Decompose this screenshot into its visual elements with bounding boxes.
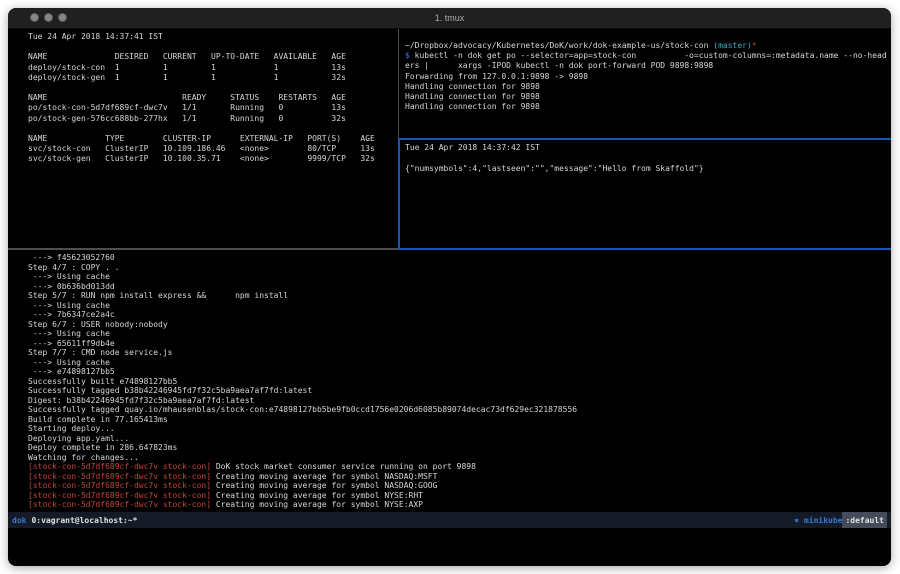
terminal-line: svc/stock-gen ClusterIP 10.100.35.71 <no… — [28, 154, 375, 164]
kube-namespace-chip: :default — [842, 512, 887, 528]
terminal-text-segment: [stock-con-5d7df689cf-dwc7v stock-con] — [28, 491, 211, 500]
terminal-line: ---> f45623052760 — [28, 253, 577, 263]
terminal-line: Step 6/7 : USER nobody:nobody — [28, 320, 577, 330]
zoom-button[interactable] — [58, 13, 67, 22]
terminal-line: Forwarding from 127.0.0.1:9898 -> 9898 — [405, 72, 887, 82]
terminal-line: Step 5/7 : RUN npm install express && np… — [28, 291, 577, 301]
pane-skaffold-build-log[interactable]: ---> f45623052760Step 4/7 : COPY . . ---… — [28, 253, 577, 510]
terminal-line: NAME READY STATUS RESTARTS AGE — [28, 93, 375, 103]
terminal-text-segment: [stock-con-5d7df689cf-dwc7v stock-con] — [28, 462, 211, 471]
terminal-line: ---> Using cache — [28, 329, 577, 339]
terminal-text-segment: kubectl -n dok get po --selector=app=sto… — [410, 51, 887, 60]
terminal-line: svc/stock-con ClusterIP 10.109.186.46 <n… — [28, 144, 375, 154]
tmux-status-bar: dok 0:vagrant@localhost:~* ⎈ minikube :d… — [8, 512, 891, 528]
traffic-lights — [30, 13, 67, 22]
terminal-line: ---> Using cache — [28, 358, 577, 368]
window-tab[interactable]: 0:vagrant@localhost:~* — [31, 516, 137, 525]
terminal-line: ers | xargs -IPOD kubectl -n dok port-fo… — [405, 61, 887, 71]
terminal-line: [stock-con-5d7df689cf-dwc7v stock-con] C… — [28, 472, 577, 482]
terminal-line: Tue 24 Apr 2018 14:37:41 IST — [28, 32, 375, 42]
pane-border-active-left — [398, 138, 400, 250]
terminal-text-segment: Creating moving average for symbol NASDA… — [211, 481, 437, 490]
terminal-text-segment: (master) — [713, 41, 752, 50]
terminal-line: Successfully tagged quay.io/mhausenblas/… — [28, 405, 577, 415]
terminal-line: Deploying app.yaml... — [28, 434, 577, 444]
terminal-line: [stock-con-5d7df689cf-dwc7v stock-con] C… — [28, 481, 577, 491]
terminal-text-segment: [stock-con-5d7df689cf-dwc7v stock-con] — [28, 500, 211, 509]
terminal-line: ~/Dropbox/advocacy/Kubernetes/DoK/work/d… — [405, 41, 887, 51]
terminal-line: ---> e74898127bb5 — [28, 367, 577, 377]
terminal-line: Handling connection for 9898 — [405, 102, 887, 112]
pane-port-forward[interactable]: ~/Dropbox/advocacy/Kubernetes/DoK/work/d… — [405, 41, 887, 112]
terminal-line: Handling connection for 9898 — [405, 82, 887, 92]
terminal-text-segment: Creating moving average for symbol NASDA… — [211, 472, 437, 481]
terminal-line: $ kubectl -n dok get po --selector=app=s… — [405, 51, 887, 61]
terminal-line — [28, 83, 375, 93]
session-name: dok — [12, 516, 26, 525]
pane-kubectl-watch[interactable]: Tue 24 Apr 2018 14:37:41 IST NAME DESIRE… — [28, 32, 375, 165]
terminal-line: Tue 24 Apr 2018 14:37:42 IST — [405, 143, 704, 154]
terminal-line: Deploy complete in 286.647823ms — [28, 443, 577, 453]
terminal-line — [28, 42, 375, 52]
pane-border-vertical-inactive — [398, 29, 399, 139]
terminal-line: Build complete in 77.165413ms — [28, 415, 577, 425]
terminal-text-segment: Creating moving average for symbol NYSE:… — [211, 500, 423, 509]
terminal-line: deploy/stock-gen 1 1 1 1 32s — [28, 73, 375, 83]
terminal-line: NAME TYPE CLUSTER-IP EXTERNAL-IP PORT(S)… — [28, 134, 375, 144]
terminal-line: Successfully tagged b38b42246945fd7f32c5… — [28, 386, 577, 396]
terminal-text-segment: DoK stock market consumer service runnin… — [211, 462, 476, 471]
terminal-line: [stock-con-5d7df689cf-dwc7v stock-con] C… — [28, 491, 577, 501]
pane-service-response[interactable]: Tue 24 Apr 2018 14:37:42 IST {"numsymbol… — [405, 143, 704, 175]
tmux-terminal: Tue 24 Apr 2018 14:37:41 IST NAME DESIRE… — [8, 29, 891, 511]
terminal-line: ---> 7b6347ce2a4c — [28, 310, 577, 320]
terminal-line: Digest: b38b42246945fd7f32c5ba9aea7af7fd… — [28, 396, 577, 406]
terminal-line: Step 7/7 : CMD node service.js — [28, 348, 577, 358]
pane-border-bottom-left — [8, 248, 399, 250]
terminal-line: ---> Using cache — [28, 301, 577, 311]
terminal-text-segment: [stock-con-5d7df689cf-dwc7v stock-con] — [28, 472, 211, 481]
window-title: 1. tmux — [8, 8, 891, 28]
terminal-line: po/stock-gen-576cc688bb-277hx 1/1 Runnin… — [28, 114, 375, 124]
terminal-text-segment: * — [752, 41, 757, 50]
terminal-line: Step 4/7 : COPY . . — [28, 263, 577, 273]
terminal-line: deploy/stock-con 1 1 1 1 13s — [28, 63, 375, 73]
titlebar: 1. tmux — [8, 8, 891, 29]
terminal-line — [405, 154, 704, 165]
terminal-line: NAME DESIRED CURRENT UP-TO-DATE AVAILABL… — [28, 52, 375, 62]
status-left: dok 0:vagrant@localhost:~* — [12, 516, 137, 525]
minimize-button[interactable] — [44, 13, 53, 22]
terminal-line: Successfully built e74898127bb5 — [28, 377, 577, 387]
terminal-line: Watching for changes... — [28, 453, 577, 463]
terminal-app-window: 1. tmux Tue 24 Apr 2018 14:37:41 IST NAM… — [8, 8, 891, 566]
terminal-line — [28, 124, 375, 134]
terminal-text-segment: ~/Dropbox/advocacy/Kubernetes/DoK/work/d… — [405, 41, 713, 50]
kube-context-icon: ⎈ minikube — [794, 516, 842, 525]
close-button[interactable] — [30, 13, 39, 22]
terminal-text-segment: Creating moving average for symbol NYSE:… — [211, 491, 423, 500]
terminal-line: {"numsymbols":4,"lastseen":"","message":… — [405, 164, 704, 175]
status-right: ⎈ minikube :default — [794, 512, 887, 528]
terminal-line: po/stock-con-5d7df689cf-dwc7v 1/1 Runnin… — [28, 103, 375, 113]
pane-border-active-bottom — [398, 248, 891, 250]
terminal-line: [stock-con-5d7df689cf-dwc7v stock-con] C… — [28, 500, 577, 510]
terminal-line: ---> Using cache — [28, 272, 577, 282]
terminal-line: [stock-con-5d7df689cf-dwc7v stock-con] D… — [28, 462, 577, 472]
terminal-line: ---> 0b636bd013dd — [28, 282, 577, 292]
pane-border-active-top — [398, 138, 891, 140]
terminal-line: ---> 65611ff9db4e — [28, 339, 577, 349]
terminal-line: Starting deploy... — [28, 424, 577, 434]
terminal-text-segment: [stock-con-5d7df689cf-dwc7v stock-con] — [28, 481, 211, 490]
terminal-line: Handling connection for 9898 — [405, 92, 887, 102]
